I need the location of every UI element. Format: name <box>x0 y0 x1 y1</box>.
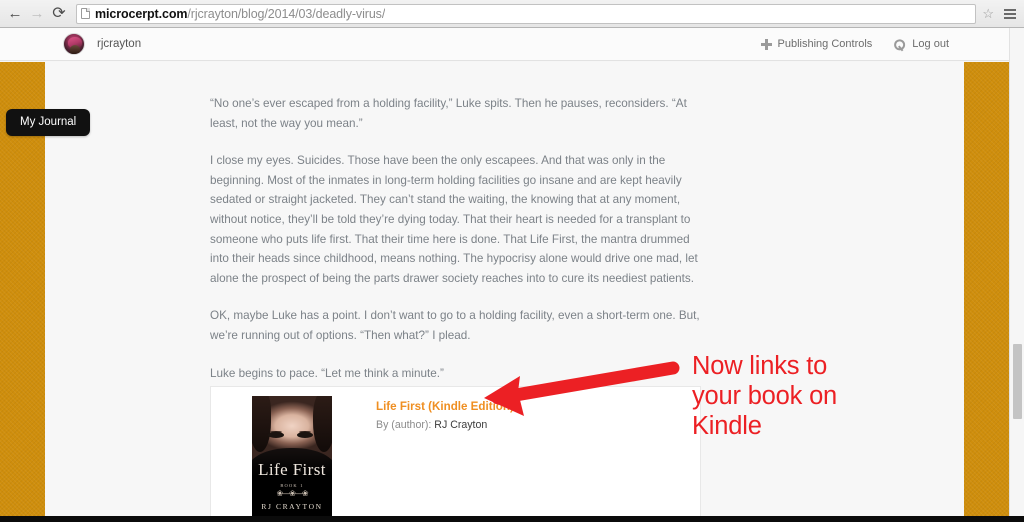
cover-eye-right <box>297 432 313 438</box>
url-domain: microcerpt.com <box>95 6 188 21</box>
annotation-line: Now links to <box>692 352 828 380</box>
cover-eye-left <box>268 432 284 438</box>
book-widget-row: Life First BOOK 1 ❀—❀—❀ RJ CRAYTON See l… <box>211 387 700 522</box>
browser-toolbar: ← → ⟳ microcerpt.com/rjcrayton/blog/2014… <box>0 0 1024 28</box>
user-profile-link[interactable]: rjcrayton <box>63 33 141 55</box>
forward-arrow-icon[interactable]: → <box>26 3 48 25</box>
scrollbar-thumb[interactable] <box>1013 344 1022 419</box>
article-paragraph: I close my eyes. Suicides. Those have be… <box>210 154 698 285</box>
my-journal-tab[interactable]: My Journal <box>6 109 91 136</box>
page-viewport: rjcrayton Publishing Controls Log out My… <box>0 28 1024 522</box>
username-label: rjcrayton <box>97 38 142 50</box>
log-out-button[interactable]: Log out <box>894 38 949 50</box>
back-arrow-icon[interactable]: ← <box>4 3 26 25</box>
publishing-controls-label: Publishing Controls <box>777 38 873 50</box>
book-cover-column: Life First BOOK 1 ❀—❀—❀ RJ CRAYTON See l… <box>241 396 343 522</box>
book-product-widget: Life First BOOK 1 ❀—❀—❀ RJ CRAYTON See l… <box>210 386 701 522</box>
bottom-edge-strip <box>0 516 1024 522</box>
book-title-link[interactable]: Life First (Kindle Edition) <box>376 400 700 413</box>
publishing-controls-button[interactable]: Publishing Controls <box>760 38 873 50</box>
reload-icon[interactable]: ⟳ <box>48 3 70 25</box>
cover-author-text: RJ CRAYTON <box>261 502 323 511</box>
site-header-actions: Publishing Controls Log out <box>760 38 949 50</box>
cover-title-text: Life First <box>258 460 326 479</box>
annotation-line: Kindle <box>692 412 762 440</box>
hamburger-menu-icon[interactable] <box>1000 3 1020 25</box>
article-paragraph: Luke begins to pace. “Let me think a min… <box>210 366 444 380</box>
address-bar[interactable]: microcerpt.com/rjcrayton/blog/2014/03/de… <box>76 3 977 24</box>
bookmark-star-icon[interactable]: ☆ <box>982 6 994 22</box>
page-document-icon <box>81 8 90 19</box>
book-cover-image[interactable]: Life First BOOK 1 ❀—❀—❀ RJ CRAYTON <box>252 396 332 516</box>
cover-ornament-icon: ❀—❀—❀ <box>276 490 308 498</box>
cover-hair-right <box>313 396 332 452</box>
annotation-text: Now links to your book on Kindle <box>692 351 922 441</box>
right-gold-band <box>964 62 1009 522</box>
article-body: “No one’s ever escaped from a holding fa… <box>210 62 710 439</box>
book-info-column: Life First (Kindle Edition) By (author):… <box>343 396 700 522</box>
page-scrollbar[interactable] <box>1009 28 1024 522</box>
annotation-line: your book on <box>692 382 838 410</box>
key-icon <box>892 36 908 52</box>
screenshot-root: ← → ⟳ microcerpt.com/rjcrayton/blog/2014… <box>0 0 1024 522</box>
url-path: /rjcrayton/blog/2014/03/deadly-virus/ <box>187 6 386 21</box>
cover-book-number: BOOK 1 <box>280 483 304 488</box>
article-paragraph: OK, maybe Luke has a point. I don’t want… <box>210 309 700 342</box>
avatar[interactable] <box>63 33 85 55</box>
site-header-bar: rjcrayton Publishing Controls Log out <box>0 28 1009 61</box>
log-out-label: Log out <box>912 38 949 50</box>
book-author-name: RJ Crayton <box>434 419 488 431</box>
url-text: microcerpt.com/rjcrayton/blog/2014/03/de… <box>95 7 385 21</box>
book-author-prefix: By (author): <box>376 419 435 431</box>
article-paragraph: “No one’s ever escaped from a holding fa… <box>210 97 687 130</box>
plus-icon <box>760 38 772 50</box>
book-author-line: By (author): RJ Crayton <box>376 419 700 431</box>
